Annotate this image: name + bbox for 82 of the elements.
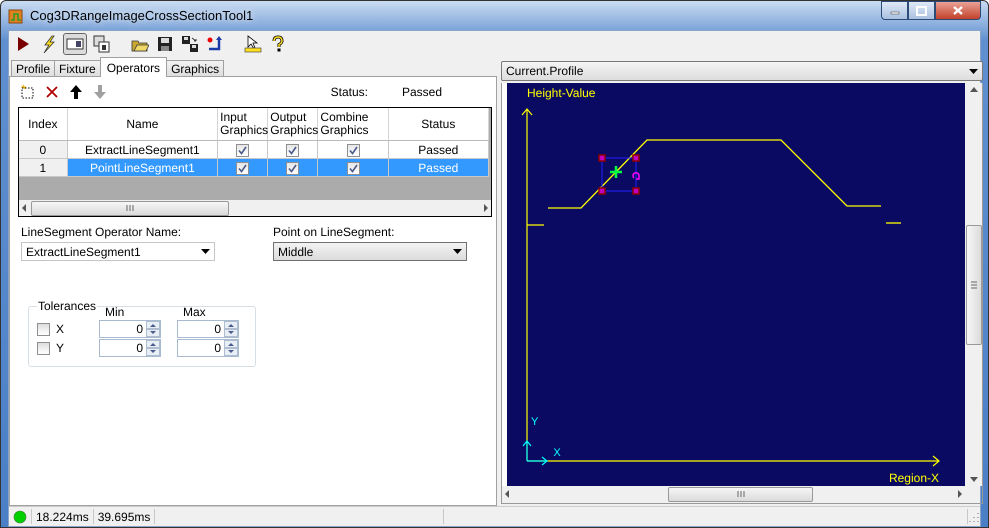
app-icon — [8, 8, 24, 24]
group-title: Tolerances — [37, 299, 98, 313]
up-arrow-icon[interactable] — [68, 84, 84, 100]
cursor-ruler-icon[interactable] — [244, 35, 262, 53]
column-header: Output Graphics — [268, 108, 318, 140]
coordinate-axes-icon — [522, 440, 548, 466]
spin-arrows-icon[interactable] — [146, 321, 160, 337]
operator-name-dropdown[interactable]: ExtractLineSegment1 — [21, 242, 215, 261]
maximize-button[interactable] — [908, 1, 935, 20]
checkbox[interactable] — [236, 144, 250, 157]
tab[interactable]: Profile — [11, 60, 56, 77]
close-icon — [952, 5, 964, 16]
column-header: Name — [67, 108, 218, 140]
arrow-icon[interactable] — [206, 35, 224, 53]
point-dropdown[interactable]: Middle — [273, 242, 467, 261]
table-cell: 1 — [19, 158, 68, 176]
column-label: Min — [104, 305, 126, 319]
checkbox[interactable] — [37, 342, 50, 354]
axis-label: Height-Value — [527, 86, 596, 100]
checkbox[interactable] — [37, 322, 50, 336]
resize-grip-icon[interactable] — [968, 510, 980, 522]
scrollbar-thumb[interactable] — [668, 486, 813, 502]
close-button[interactable] — [935, 1, 981, 20]
table-cell: Passed — [388, 158, 488, 176]
scroll-right-icon[interactable] — [483, 204, 489, 212]
axis-label: Y — [531, 416, 538, 428]
scroll-left-icon[interactable] — [504, 490, 510, 498]
status-indicator-icon — [13, 510, 27, 524]
column-header: Status — [388, 108, 488, 140]
spin-field[interactable]: 0 — [177, 320, 239, 338]
axis-label: Region-X — [888, 471, 939, 485]
selection-box[interactable] — [598, 154, 640, 195]
toggle-button[interactable] — [63, 33, 87, 55]
caret-icon — [453, 249, 462, 254]
checkbox[interactable] — [286, 144, 300, 157]
field-label: LineSegment Operator Name: — [21, 225, 182, 239]
column-header: Index — [19, 108, 68, 140]
scroll-right-icon[interactable] — [957, 490, 963, 498]
column-header: Combine Graphics — [318, 108, 388, 140]
table-cell[interactable]: ExtractLineSegment1 — [67, 140, 218, 158]
table-cell: Passed — [388, 140, 488, 158]
tab[interactable]: Operators — [100, 57, 168, 77]
floppy-disks-icon[interactable] — [181, 35, 199, 53]
axis-label: X — [553, 447, 561, 459]
windows-icon[interactable] — [93, 35, 111, 53]
scroll-up-icon[interactable] — [970, 87, 978, 92]
checkbox[interactable] — [346, 162, 360, 175]
column-header: Input Graphics — [218, 108, 268, 140]
tab[interactable]: Graphics — [166, 60, 224, 77]
spin-arrows-icon[interactable] — [224, 321, 238, 337]
window-title: Cog3DRangeImageCrossSectionTool1 — [30, 8, 254, 23]
scrollbar-thumb[interactable] — [31, 200, 229, 216]
caret-icon — [969, 68, 978, 74]
spin-field[interactable]: 0 — [99, 339, 161, 357]
checkbox-label: X — [56, 322, 64, 336]
timing-text: 18.224ms — [32, 509, 94, 524]
scroll-left-icon[interactable] — [21, 204, 27, 212]
delete-icon[interactable] — [44, 84, 60, 100]
spin-arrows-icon[interactable] — [146, 340, 160, 356]
maximize-icon — [916, 6, 927, 16]
status-value: Passed — [402, 85, 442, 99]
checkbox[interactable] — [236, 162, 250, 175]
field-label: Point on LineSegment: — [273, 225, 396, 239]
spin-field[interactable]: 0 — [177, 339, 239, 357]
status-label: Status: — [330, 85, 368, 99]
minimize-button[interactable] — [881, 1, 908, 20]
rotate-handle-icon[interactable] — [632, 172, 640, 180]
checkbox[interactable] — [286, 162, 300, 175]
caret-icon — [201, 249, 210, 254]
checkbox-label: Y — [56, 341, 64, 355]
checkbox[interactable] — [346, 144, 360, 157]
scrollbar-thumb[interactable] — [966, 225, 982, 345]
column-label: Max — [182, 305, 207, 319]
tab[interactable]: Fixture — [54, 60, 101, 77]
new-item-icon[interactable] — [20, 84, 36, 100]
timing-text: 39.695ms — [94, 509, 156, 524]
cross-marker-icon — [608, 164, 624, 180]
table-cell: 0 — [19, 140, 68, 158]
scroll-down-icon[interactable] — [970, 477, 978, 482]
spin-field[interactable]: 0 — [99, 320, 161, 338]
profile-dropdown[interactable]: Current.Profile — [501, 61, 983, 81]
spin-arrows-icon[interactable] — [224, 340, 238, 356]
